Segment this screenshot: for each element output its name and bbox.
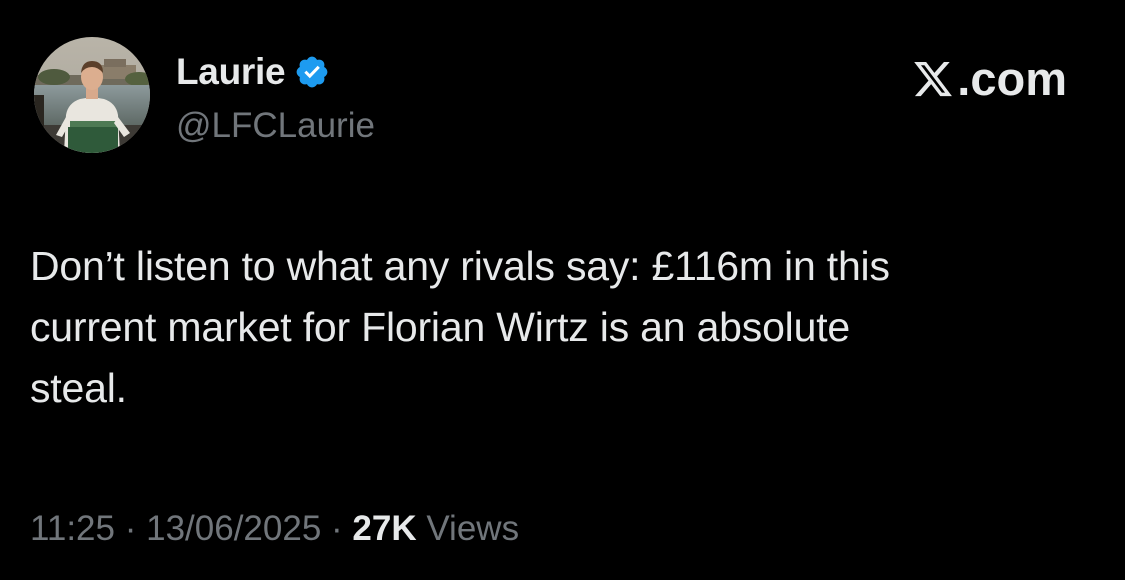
x-brand-logo: .com [911,54,1067,104]
avatar[interactable] [34,37,150,153]
tweet-text: Don’t listen to what any rivals say: £11… [30,236,1080,419]
tweet-time[interactable]: 11:25 [30,509,115,548]
author-handle[interactable]: @LFCLaurie [176,104,375,148]
meta-separator: · [321,509,353,548]
tweet-meta: 11:25 · 13/06/2025 · 27K Views [30,506,519,552]
tweet-text-line: Don’t listen to what any rivals say: £11… [30,243,890,289]
x-logo-icon [911,58,955,100]
brand-suffix: .com [957,52,1067,105]
verified-badge-icon [294,54,330,90]
tweet-text-line: current market for Florian Wirtz is an a… [30,304,850,350]
author-display-name[interactable]: Laurie [176,50,286,94]
tweet-date[interactable]: 13/06/2025 [146,509,321,548]
meta-separator: · [115,509,147,548]
author-name-row[interactable]: Laurie [176,50,330,94]
avatar-photo [34,37,150,153]
views-count: 27K [352,509,417,548]
views-label: Views [416,509,520,548]
tweet-text-line: steal. [30,365,127,411]
